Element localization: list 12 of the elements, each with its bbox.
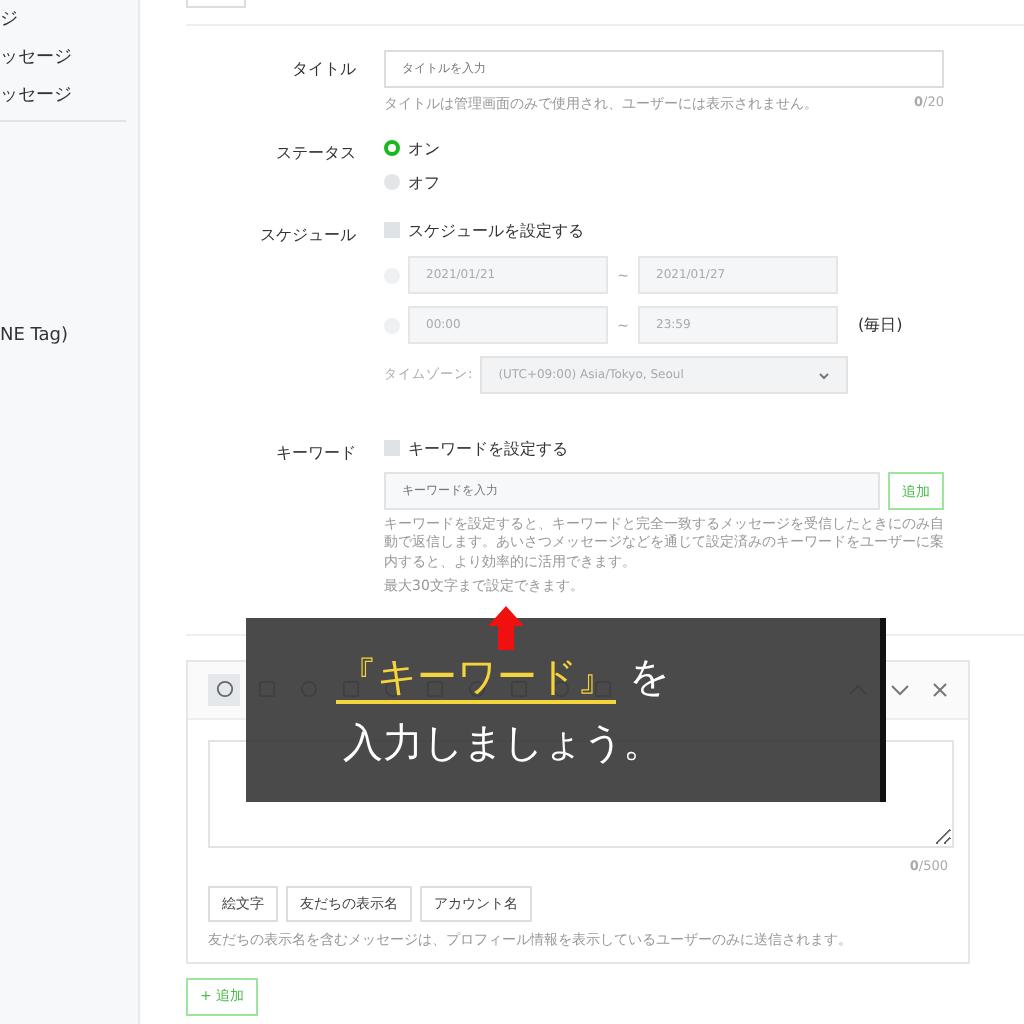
field-label: タイトル	[290, 58, 358, 82]
field-label: ステータス	[274, 142, 358, 166]
caption-highlight: 『キーワード』	[336, 652, 617, 704]
checkbox-label: キーワードを設定する	[408, 437, 568, 459]
checkbox-label: スケジュールを設定する	[408, 219, 584, 241]
daily-label: (毎日)	[858, 314, 903, 336]
radio-label: オフ	[408, 171, 440, 193]
field-label: キーワード	[274, 442, 358, 466]
caption-text: を	[629, 652, 670, 700]
field-label: スケジュール	[258, 224, 358, 248]
caption-text: 入力しましょう。	[343, 716, 663, 770]
radio-label: オン	[408, 137, 440, 159]
